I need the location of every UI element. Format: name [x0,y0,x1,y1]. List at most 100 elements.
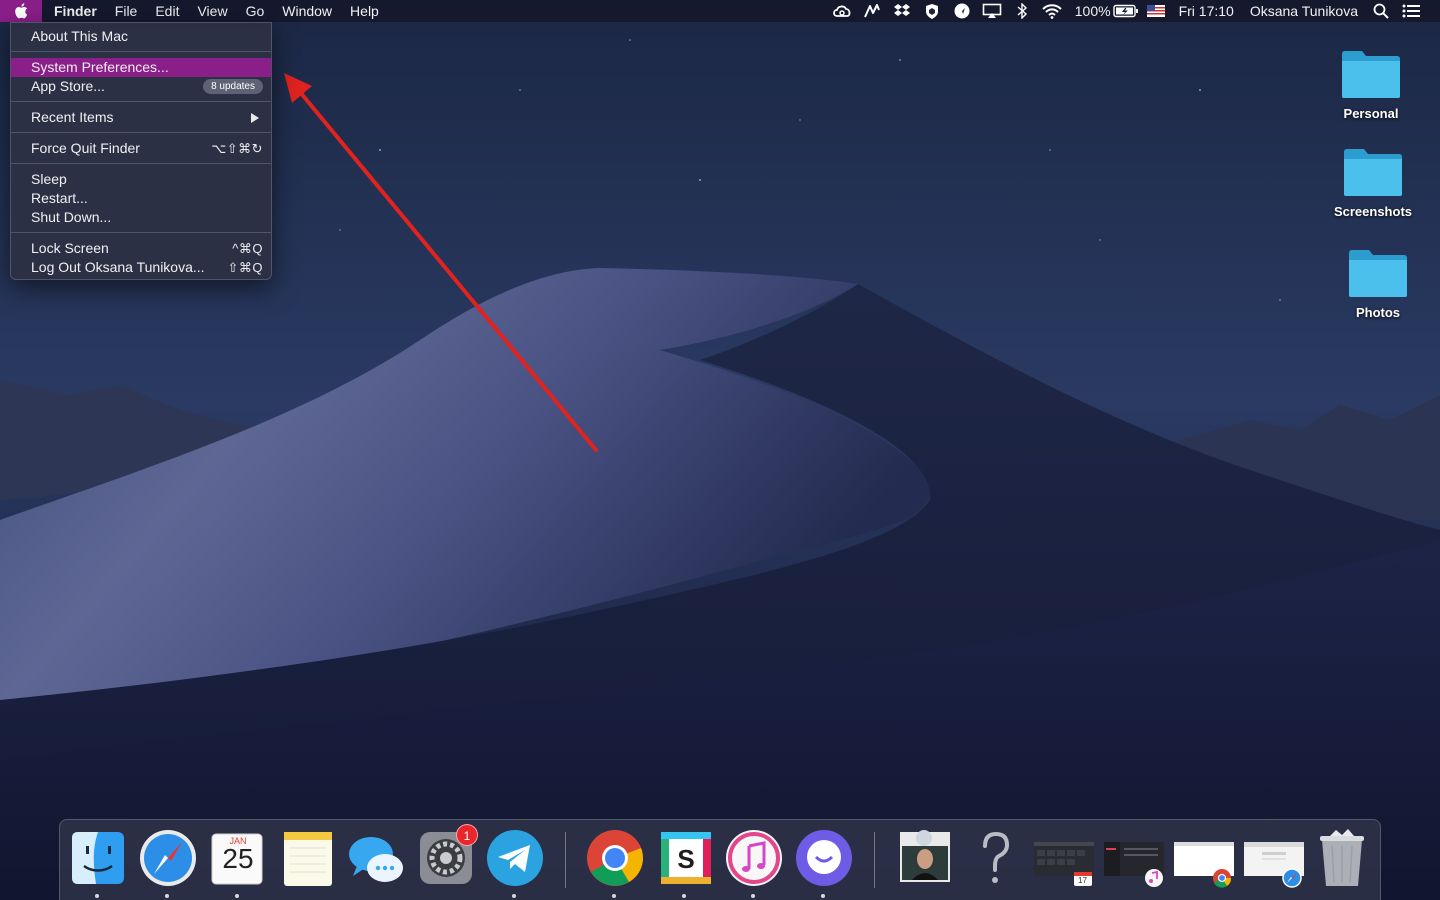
menu-item-label: About This Mac [31,28,129,44]
updates-badge: 8 updates [203,79,263,94]
menu-item-log-out[interactable]: Log Out Oksana Tunikova... ⇧⌘Q [11,258,271,277]
dock-divider [565,832,566,888]
menu-item-label: Sleep [31,171,67,187]
menu-separator [11,101,271,102]
menu-item-label: Shut Down... [31,209,112,225]
shortcut-label: ^⌘Q [232,241,263,256]
question-mark-icon [983,831,1010,883]
dock-chrome[interactable] [585,828,645,898]
chrome-icon [587,830,643,886]
messages-bubble-icon [349,837,403,882]
folder-icon [1344,149,1402,196]
music-note-icon [726,830,782,886]
dock-minimized-itunes-window[interactable] [1102,828,1164,892]
running-indicator [751,894,755,898]
dock-itunes[interactable] [724,828,784,898]
shield-app-icon[interactable] [917,0,947,22]
send-arrow-icon[interactable] [947,0,977,22]
folder-icon [1342,51,1400,98]
finder-icon [72,832,124,884]
menu-edit[interactable]: Edit [146,0,188,22]
menu-item-label: App Store... [31,78,105,94]
menu-item-recent-items[interactable]: Recent Items [11,108,271,127]
menu-separator [11,232,271,233]
portrait-photo-icon [900,830,950,882]
menu-view[interactable]: View [188,0,236,22]
wifi-icon[interactable] [1037,0,1067,22]
dock-notes[interactable] [278,828,338,892]
dock-minimized-calendar-window[interactable]: 17 [1032,828,1094,892]
notes-icon [284,832,332,886]
creative-cloud-icon[interactable] [827,0,857,22]
dock-chat-app[interactable] [794,828,854,898]
menu-item-lock-screen[interactable]: Lock Screen ^⌘Q [11,239,271,258]
menu-item-app-store[interactable]: App Store... 8 updates [11,77,271,96]
apple-logo-icon [15,3,28,19]
menu-item-label: Log Out Oksana Tunikova... [31,259,205,275]
desktop-folder-photos[interactable]: Photos [1323,247,1433,320]
notification-center-icon[interactable] [1396,0,1426,22]
dock-minimized-chrome-window[interactable] [1172,828,1234,892]
spotlight-search-icon[interactable] [1366,0,1396,22]
menu-item-shut-down[interactable]: Shut Down... [11,208,271,227]
dock-help[interactable] [965,828,1025,892]
dock-trash[interactable] [1312,828,1372,892]
running-indicator [821,894,825,898]
dock-finder[interactable] [68,828,128,898]
apple-menu-dropdown: About This Mac System Preferences... App… [10,22,272,280]
running-indicator [235,894,239,898]
apple-menu-button[interactable] [0,0,42,22]
shortcut-label: ⌥⇧⌘↻ [211,141,263,156]
menu-app-finder[interactable]: Finder [42,0,106,22]
menu-item-about-this-mac[interactable]: About This Mac [11,27,271,46]
submenu-arrow-icon [251,112,259,123]
window-thumbnail-icon [1174,842,1234,888]
menu-help[interactable]: Help [341,0,388,22]
running-indicator [512,894,516,898]
dropbox-icon[interactable] [887,0,917,22]
dock-slack[interactable]: S [655,828,715,898]
menu-separator [11,51,271,52]
menubar-clock[interactable]: Fri 17:10 [1171,3,1242,19]
folder-label: Screenshots [1333,204,1413,219]
running-indicator [95,894,99,898]
running-indicator [612,894,616,898]
bluetooth-icon[interactable] [1007,0,1037,22]
menu-item-restart[interactable]: Restart... [11,189,271,208]
menu-file[interactable]: File [106,0,147,22]
menu-go[interactable]: Go [237,0,274,22]
slack-icon: S [661,832,711,884]
running-indicator [165,894,169,898]
menu-item-label: Force Quit Finder [31,140,140,156]
dock-system-preferences[interactable]: 1 [416,824,478,892]
us-flag-input-icon[interactable] [1141,0,1171,22]
desktop-folder-screenshots[interactable]: Screenshots [1318,146,1428,219]
menu-window[interactable]: Window [273,0,341,22]
menu-item-sleep[interactable]: Sleep [11,170,271,189]
dock-telegram[interactable] [485,828,545,898]
menubar-user-name[interactable]: Oksana Tunikova [1242,3,1366,19]
dock-contact-photo[interactable] [894,828,954,892]
airplay-icon[interactable] [977,0,1007,22]
menu-item-label: Lock Screen [31,240,109,256]
battery-icon[interactable] [1111,0,1141,22]
mini-calendar-day: 17 [1078,876,1087,885]
folder-icon [1349,250,1407,297]
telegram-plane-icon [487,830,543,886]
dock-safari[interactable] [138,828,198,898]
dock-divider [874,832,875,888]
desktop-folder-personal[interactable]: Personal [1316,48,1426,121]
trash-icon [1320,829,1364,886]
menu-item-force-quit[interactable]: Force Quit Finder ⌥⇧⌘↻ [11,139,271,158]
dock-calendar[interactable]: JAN 25 [208,828,268,898]
svg-text:S: S [677,844,694,874]
folder-label: Personal [1343,106,1399,121]
scribble-app-icon[interactable] [857,0,887,22]
folder-label: Photos [1355,305,1401,320]
running-indicator [682,894,686,898]
dock: JAN 25 1 S 17 [59,819,1381,900]
dock-messages[interactable] [347,828,407,892]
dock-minimized-safari-window[interactable] [1242,828,1304,892]
menu-item-system-preferences[interactable]: System Preferences... [11,58,271,77]
menu-item-label: System Preferences... [31,59,169,75]
